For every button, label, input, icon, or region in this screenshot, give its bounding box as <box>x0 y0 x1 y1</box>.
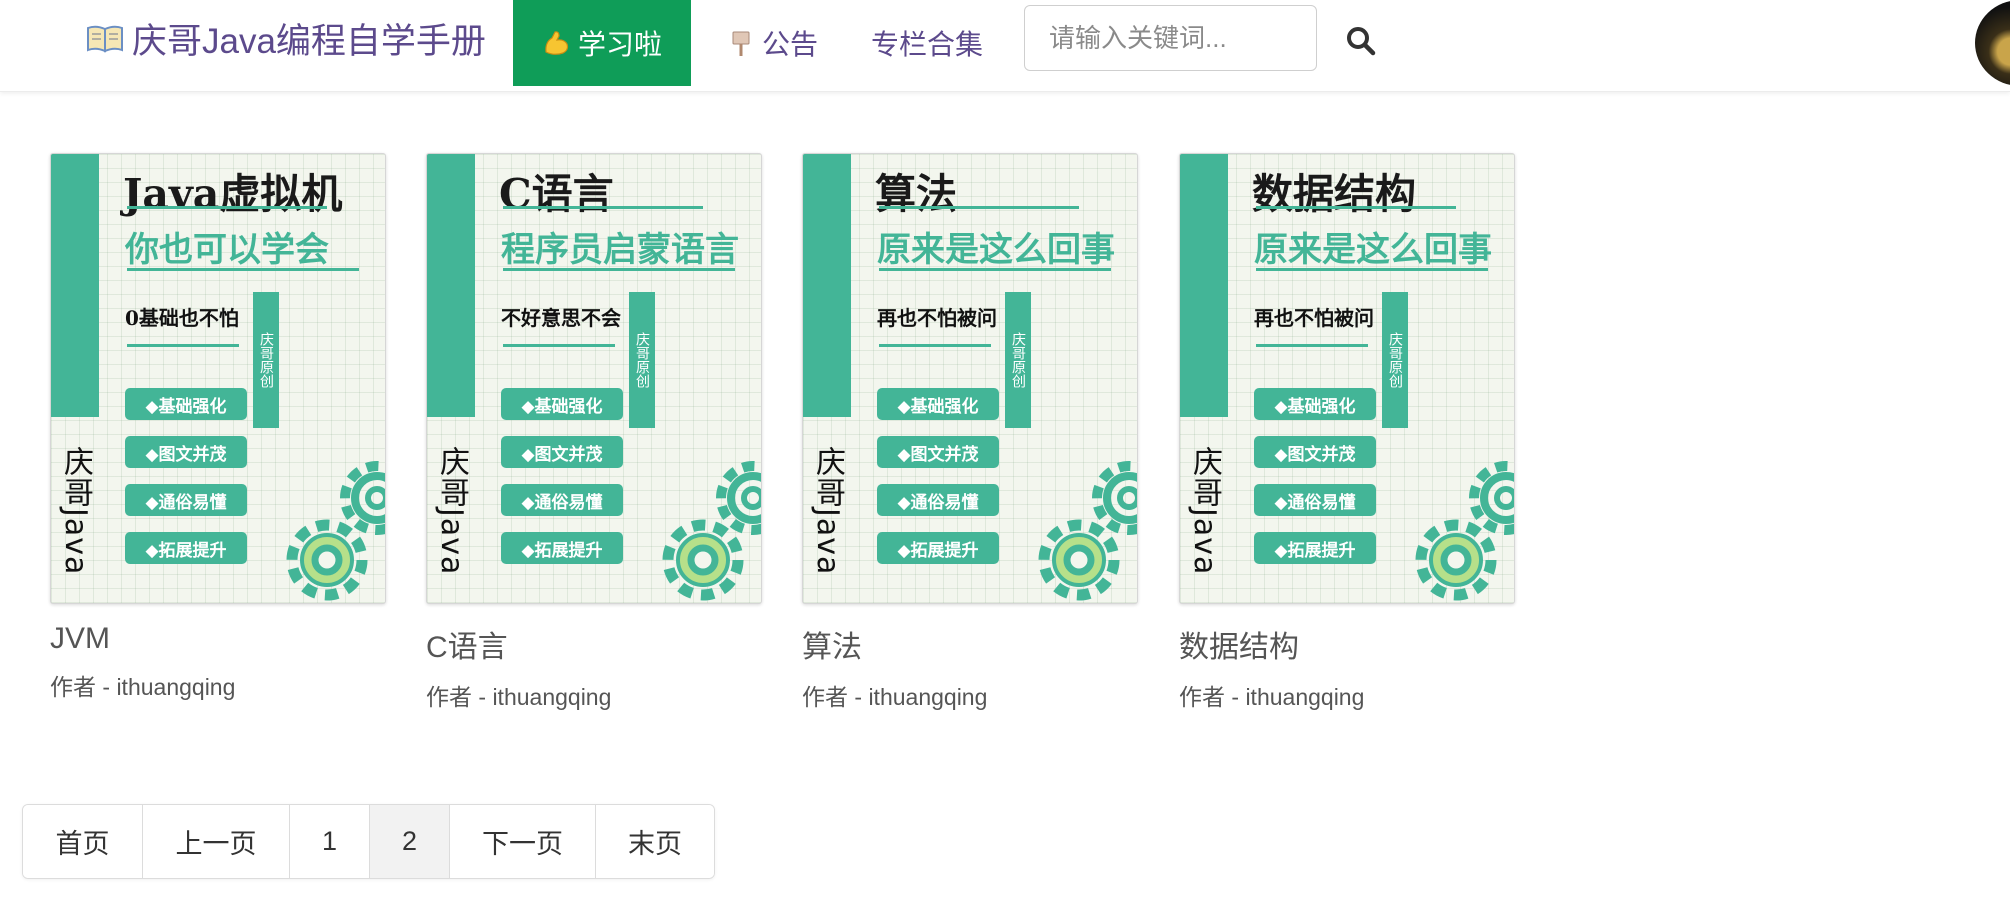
cover-feature-pill: ◆基础强化 <box>1254 388 1376 420</box>
cover-feature-pill: ◆基础强化 <box>877 388 999 420</box>
cover-feature-pill: ◆拓展提升 <box>877 532 999 564</box>
book-card[interactable]: 庆哥Java 算法 原来是这么回事 再也不怕被问 庆哥原创 ◆基础强化 ◆图文并… <box>802 153 1138 712</box>
brand-link[interactable]: 庆哥Java编程自学手册 <box>86 18 486 61</box>
last-page-button[interactable]: 末页 <box>596 805 714 878</box>
book-author: 作者 - ithuangqing <box>1179 684 1365 710</box>
next-page-button[interactable]: 下一页 <box>450 805 596 878</box>
cover-vertical-tag: 庆哥原创 <box>629 292 655 428</box>
cover-side-text: 庆哥Java <box>810 446 845 576</box>
cover-feature-pill: ◆拓展提升 <box>1254 532 1376 564</box>
cover-underline <box>879 344 991 347</box>
cover-feature-pill: ◆通俗易懂 <box>1254 484 1376 516</box>
cover-side-text: 庆哥Java <box>434 446 469 576</box>
cover-feature-pill: ◆基础强化 <box>125 388 247 420</box>
nav-item-notice[interactable]: 公告 <box>726 0 818 86</box>
book-card[interactable]: 庆哥Java 数据结构 原来是这么回事 再也不怕被问 庆哥原创 ◆基础强化 ◆图… <box>1179 153 1515 712</box>
cover-tagline: 0基础也不怕 <box>125 306 239 330</box>
book-author: 作者 - ithuangqing <box>802 684 988 710</box>
cover-underline <box>1256 206 1456 209</box>
cover-tagline: 再也不怕被问 <box>1254 306 1374 330</box>
avatar[interactable] <box>1975 0 2010 86</box>
book-cover-image[interactable]: 庆哥Java 数据结构 原来是这么回事 再也不怕被问 庆哥原创 ◆基础强化 ◆图… <box>1179 153 1515 604</box>
cover-vertical-tag: 庆哥原创 <box>1005 292 1031 428</box>
book-author: 作者 - ithuangqing <box>426 684 612 710</box>
cover-underline <box>503 344 615 347</box>
search-input[interactable] <box>1024 5 1317 71</box>
cover-feature-pill: ◆通俗易懂 <box>877 484 999 516</box>
nav-item-learn[interactable]: 学习啦 <box>513 0 691 86</box>
cover-accent-bar <box>1180 154 1228 417</box>
cover-side-text: 庆哥Java <box>1187 446 1222 576</box>
cover-feature-pill: ◆拓展提升 <box>501 532 623 564</box>
prev-page-button[interactable]: 上一页 <box>143 805 290 878</box>
book-title[interactable]: 数据结构 <box>1179 622 1515 666</box>
book-author: 作者 - ithuangqing <box>50 674 236 700</box>
pagination: 首页 上一页 1 2 下一页 末页 <box>22 804 715 879</box>
cover-headline: Java虚拟机 <box>123 170 343 218</box>
nav-item-label: 学习啦 <box>577 29 662 60</box>
cover-feature-pill: ◆拓展提升 <box>125 532 247 564</box>
page-1-button[interactable]: 1 <box>290 805 370 878</box>
book-title[interactable]: 算法 <box>802 622 1138 666</box>
cover-headline: 数据结构 <box>1252 170 1416 218</box>
cover-vertical-tag: 庆哥原创 <box>1382 292 1408 428</box>
cover-accent-bar <box>51 154 99 417</box>
cover-headline: 算法 <box>875 170 957 218</box>
cover-underline <box>879 206 1079 209</box>
cover-feature-pill: ◆通俗易懂 <box>501 484 623 516</box>
cover-underline <box>127 206 327 209</box>
book-title[interactable]: JVM <box>50 622 386 656</box>
cover-tagline: 不好意思不会 <box>501 306 621 330</box>
cover-feature-pill: ◆基础强化 <box>501 388 623 420</box>
top-navbar: 庆哥Java编程自学手册 学习啦 公告 专栏合集 <box>0 0 2010 92</box>
book-cover-image[interactable]: 庆哥Java 算法 原来是这么回事 再也不怕被问 庆哥原创 ◆基础强化 ◆图文并… <box>802 153 1138 604</box>
nav-item-columns[interactable]: 专栏合集 <box>871 0 983 86</box>
cover-subline: 原来是这么回事 <box>1254 230 1492 270</box>
cover-accent-bar <box>803 154 851 417</box>
gear-icon <box>662 461 761 601</box>
cover-feature-pill: ◆图文并茂 <box>501 436 623 468</box>
book-cover-image[interactable]: 庆哥Java Java虚拟机 你也可以学会 0基础也不怕 庆哥原创 ◆基础强化 … <box>50 153 386 604</box>
book-title[interactable]: C语言 <box>426 622 762 666</box>
cover-underline <box>879 268 1111 271</box>
cover-feature-pill: ◆图文并茂 <box>1254 436 1376 468</box>
gear-icon <box>286 461 385 601</box>
brand-title: 庆哥Java编程自学手册 <box>132 21 486 61</box>
cover-subline: 原来是这么回事 <box>877 230 1115 270</box>
gear-icon <box>1415 461 1514 601</box>
cover-underline <box>503 268 735 271</box>
placard-icon <box>726 28 756 58</box>
cover-accent-bar <box>427 154 475 417</box>
cover-side-text: 庆哥Java <box>58 446 93 576</box>
nav-item-label: 公告 <box>762 29 819 60</box>
book-card[interactable]: 庆哥Java C语言 程序员启蒙语言 不好意思不会 庆哥原创 ◆基础强化 ◆图文… <box>426 153 762 712</box>
cover-feature-pill: ◆图文并茂 <box>877 436 999 468</box>
cover-underline <box>1256 268 1488 271</box>
gear-icon <box>1038 461 1137 601</box>
flexed-biceps-icon <box>542 28 572 58</box>
cover-headline: C语言 <box>499 170 614 218</box>
cover-subline: 你也可以学会 <box>125 230 329 270</box>
book-card[interactable]: 庆哥Java Java虚拟机 你也可以学会 0基础也不怕 庆哥原创 ◆基础强化 … <box>50 153 386 702</box>
book-cover-image[interactable]: 庆哥Java C语言 程序员启蒙语言 不好意思不会 庆哥原创 ◆基础强化 ◆图文… <box>426 153 762 604</box>
nav-item-label: 专栏合集 <box>871 29 984 60</box>
cover-underline <box>1256 344 1368 347</box>
cover-vertical-tag: 庆哥原创 <box>253 292 279 428</box>
cover-subline: 程序员启蒙语言 <box>501 230 739 270</box>
cover-underline <box>127 344 239 347</box>
first-page-button[interactable]: 首页 <box>23 805 143 878</box>
page-2-button[interactable]: 2 <box>370 805 450 878</box>
search-icon[interactable] <box>1344 24 1378 58</box>
open-book-icon <box>86 23 124 53</box>
cover-feature-pill: ◆通俗易懂 <box>125 484 247 516</box>
cover-tagline: 再也不怕被问 <box>877 306 997 330</box>
cover-underline <box>503 206 703 209</box>
cover-underline <box>127 268 359 271</box>
cover-feature-pill: ◆图文并茂 <box>125 436 247 468</box>
